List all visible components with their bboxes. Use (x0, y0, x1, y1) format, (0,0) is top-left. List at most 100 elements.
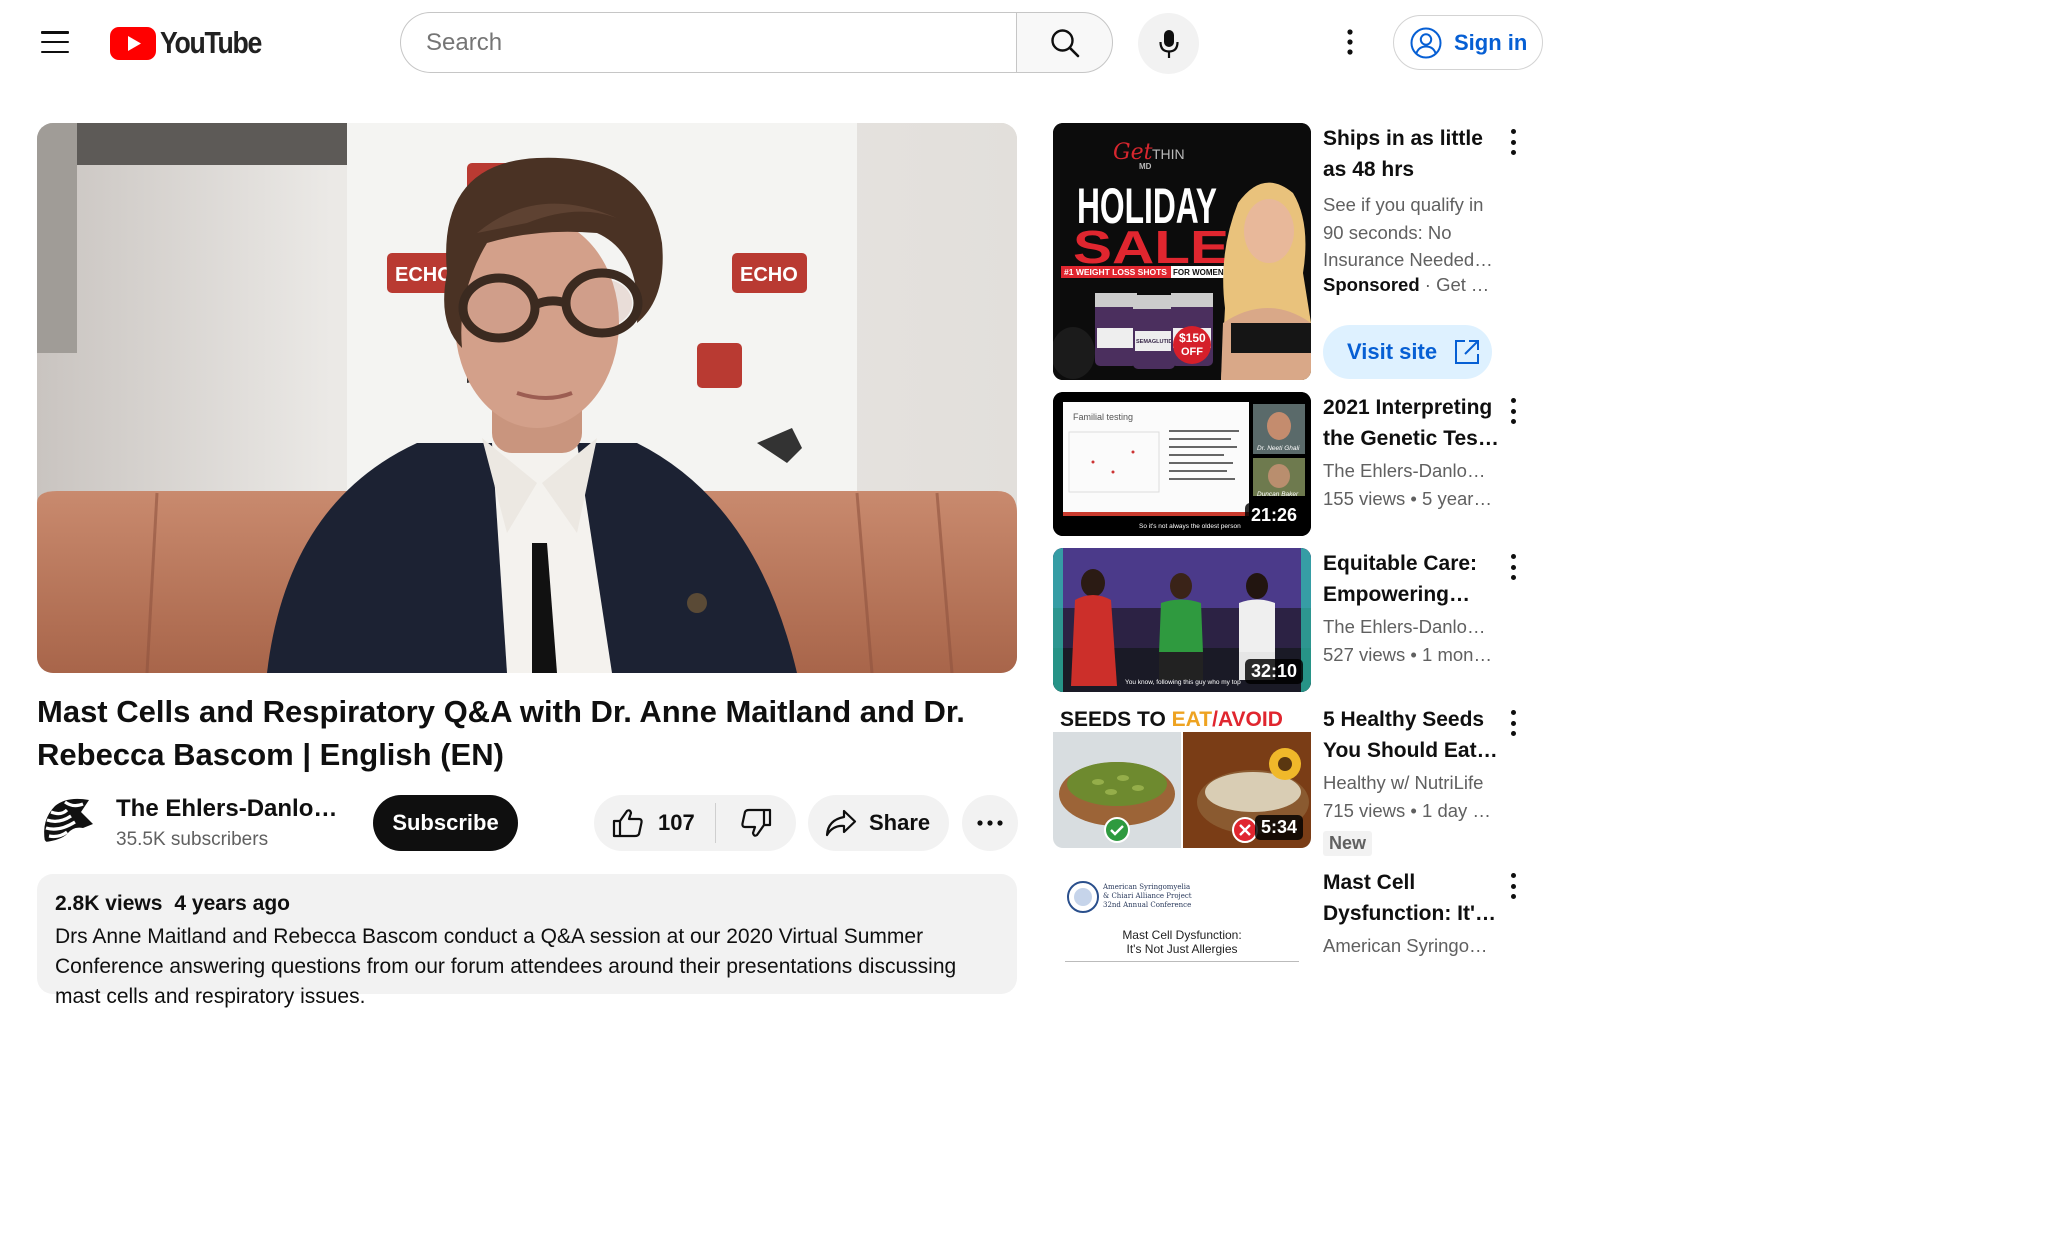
menu-icon-bar (41, 50, 69, 53)
recommendation-channel[interactable]: The Ehlers-Danlos Society (1323, 616, 1493, 638)
recommendation-item: You know, following this guy who my top … (1053, 548, 1543, 698)
video-thumbnail[interactable]: SEEDS TO EAT/AVOID 5:34 (1053, 704, 1311, 848)
ad-card: Get THIN MD HOLIDAY SALE #1 WEIGHT LOSS … (1053, 123, 1543, 383)
view-count: 2.8K views (55, 892, 163, 915)
description-text: Drs Anne Maitland and Rebecca Bascom con… (55, 925, 957, 1008)
dislike-button[interactable] (716, 795, 796, 851)
svg-text:ECHO: ECHO (740, 264, 798, 286)
recommendation-menu-button[interactable] (1505, 708, 1521, 738)
sign-in-button[interactable]: Sign in (1393, 15, 1543, 70)
ad-vial-label: SEMAGLUTIDE (1136, 339, 1176, 345)
description-box[interactable]: 2.8K views 4 years ago Drs Anne Maitland … (37, 874, 1017, 1008)
thumbnail-caption: So it's not always the oldest person (1139, 523, 1241, 530)
more-actions-button[interactable] (962, 795, 1018, 851)
microphone-icon (1158, 29, 1179, 58)
visit-site-button[interactable]: Visit site (1323, 325, 1492, 379)
video-player[interactable]: ECHO ECHO (37, 123, 1017, 673)
org-line-2: & Chiari Alliance Project (1103, 892, 1192, 900)
visit-site-label: Visit site (1347, 339, 1438, 364)
search-box[interactable] (400, 12, 1017, 73)
external-link-icon (1455, 340, 1480, 364)
ad-image: Get THIN MD HOLIDAY SALE #1 WEIGHT LOSS … (1053, 123, 1311, 380)
like-button[interactable]: 107 (594, 803, 716, 843)
thumbnail-caption: You know, following this guy who my top (1125, 679, 1241, 686)
seeds-banner-part-a: SEEDS TO (1060, 708, 1172, 731)
view-date-info: 2.8K views 4 years ago (55, 892, 999, 916)
ad-sponsor-line: Sponsored · Get Thin MD (1323, 274, 1495, 296)
menu-icon-bar (41, 31, 69, 34)
recommendation-meta: 715 views • 1 day ago (1323, 800, 1493, 821)
share-icon (825, 809, 857, 837)
svg-text:ECHO: ECHO (395, 264, 453, 286)
video-thumbnail[interactable]: Familial testing Dr. Neeti Ghali Duncan … (1053, 392, 1311, 536)
share-label: Share (869, 810, 931, 835)
speaker-1-label: Dr. Neeti Ghali (1257, 445, 1300, 452)
recommendation-menu-button[interactable] (1505, 552, 1521, 582)
channel-name[interactable]: The Ehlers-Danlos Society (116, 795, 341, 823)
recommendation-item: American Syringomyelia & Chiari Alliance… (1053, 867, 1543, 1011)
slide-line-2: It's Not Just Allergies (1127, 942, 1238, 956)
search-input[interactable] (426, 28, 1017, 57)
channel-avatar[interactable] (37, 790, 97, 850)
subscribe-button[interactable]: Subscribe (373, 795, 518, 851)
org-line-1: American Syringomyelia (1102, 883, 1190, 891)
account-icon (1410, 27, 1442, 58)
zebra-logo-icon (37, 790, 97, 850)
recommendation-channel[interactable]: American Syringomyelia & Chiari Alliance… (1323, 935, 1493, 957)
advertiser-name: Get Thin MD (1436, 274, 1495, 295)
youtube-play-icon (110, 26, 156, 60)
ad-off-text: OFF (1181, 346, 1203, 358)
sign-in-label: Sign in (1454, 29, 1528, 55)
thumbs-down-icon (741, 808, 772, 837)
recommendation-title[interactable]: 5 Healthy Seeds You Should Eat Every Day (1323, 704, 1503, 766)
duration-badge: 5:34 (1254, 815, 1303, 840)
sponsored-label: Sponsored (1323, 274, 1420, 295)
seeds-banner-part-c: /AVOID (1212, 708, 1283, 731)
recommendation-menu-button[interactable] (1505, 871, 1521, 901)
guide-menu-button[interactable] (41, 31, 69, 53)
thumbnail-image: American Syringomyelia & Chiari Alliance… (1053, 867, 1311, 1011)
ad-tagline-a: #1 WEIGHT LOSS SHOTS (1064, 267, 1167, 277)
share-button[interactable]: Share (808, 795, 949, 851)
video-owner-row: The Ehlers-Danlos Society 35.5K subscrib… (37, 790, 1027, 852)
recommendation-title[interactable]: Equitable Care: Empowering Communities (1323, 548, 1503, 610)
recommendation-channel[interactable]: Healthy w/ NutriLife (1323, 772, 1493, 794)
new-badge: New (1323, 831, 1373, 856)
video-title: Mast Cells and Respiratory Q&A with Dr. … (37, 694, 965, 772)
ad-description: See if you qualify in 90 seconds: No Ins… (1323, 194, 1484, 270)
seeds-banner-part-b: EAT (1172, 708, 1213, 731)
slide-title: Familial testing (1073, 412, 1133, 422)
search-button[interactable] (1016, 12, 1113, 73)
duration-badge: 21:26 (1244, 503, 1303, 528)
recommendation-meta: 527 views • 1 month ago (1323, 644, 1493, 665)
video-thumbnail[interactable]: American Syringomyelia & Chiari Alliance… (1053, 867, 1311, 1011)
video-frame: ECHO ECHO (37, 123, 1017, 673)
ad-title[interactable]: Ships in as little as 48 hrs (1323, 123, 1503, 185)
like-count: 107 (658, 810, 695, 835)
more-vertical-icon (1347, 29, 1353, 55)
subscriber-count: 35.5K subscribers (116, 829, 269, 850)
settings-more-button[interactable] (1330, 22, 1370, 62)
recommendation-channel[interactable]: The Ehlers-Danlos Society (1323, 460, 1493, 482)
ad-tagline-b: FOR WOMEN (1173, 268, 1224, 277)
youtube-logo[interactable]: YouTube (110, 25, 278, 60)
recommendation-title[interactable]: Mast Cell Dysfunction: It's Not Just All… (1323, 867, 1503, 929)
logo-wordmark: YouTube (160, 25, 262, 60)
publish-date: 4 years ago (174, 892, 290, 915)
video-thumbnail[interactable]: You know, following this guy who my top … (1053, 548, 1311, 692)
thumbs-up-icon (612, 809, 643, 838)
ad-thumbnail[interactable]: Get THIN MD HOLIDAY SALE #1 WEIGHT LOSS … (1053, 123, 1311, 380)
duration-badge: 32:10 (1244, 659, 1303, 684)
recommendation-item: Familial testing Dr. Neeti Ghali Duncan … (1053, 392, 1543, 542)
recommendation-menu-button[interactable] (1505, 396, 1521, 426)
ad-menu-button[interactable] (1505, 127, 1521, 157)
like-dislike-group: 107 (594, 795, 796, 851)
masthead: YouTube Sign in (0, 0, 1557, 86)
ad-brand-thin: THIN (1152, 146, 1185, 162)
recommendation-title[interactable]: 2021 Interpreting the Genetic Test Resul… (1323, 392, 1503, 454)
ad-sale-text: SALE (1073, 221, 1229, 273)
voice-search-button[interactable] (1138, 13, 1199, 74)
ad-brand-md: MD (1139, 162, 1152, 171)
menu-icon-bar (41, 40, 69, 44)
ad-price-text: $150 (1179, 331, 1206, 345)
